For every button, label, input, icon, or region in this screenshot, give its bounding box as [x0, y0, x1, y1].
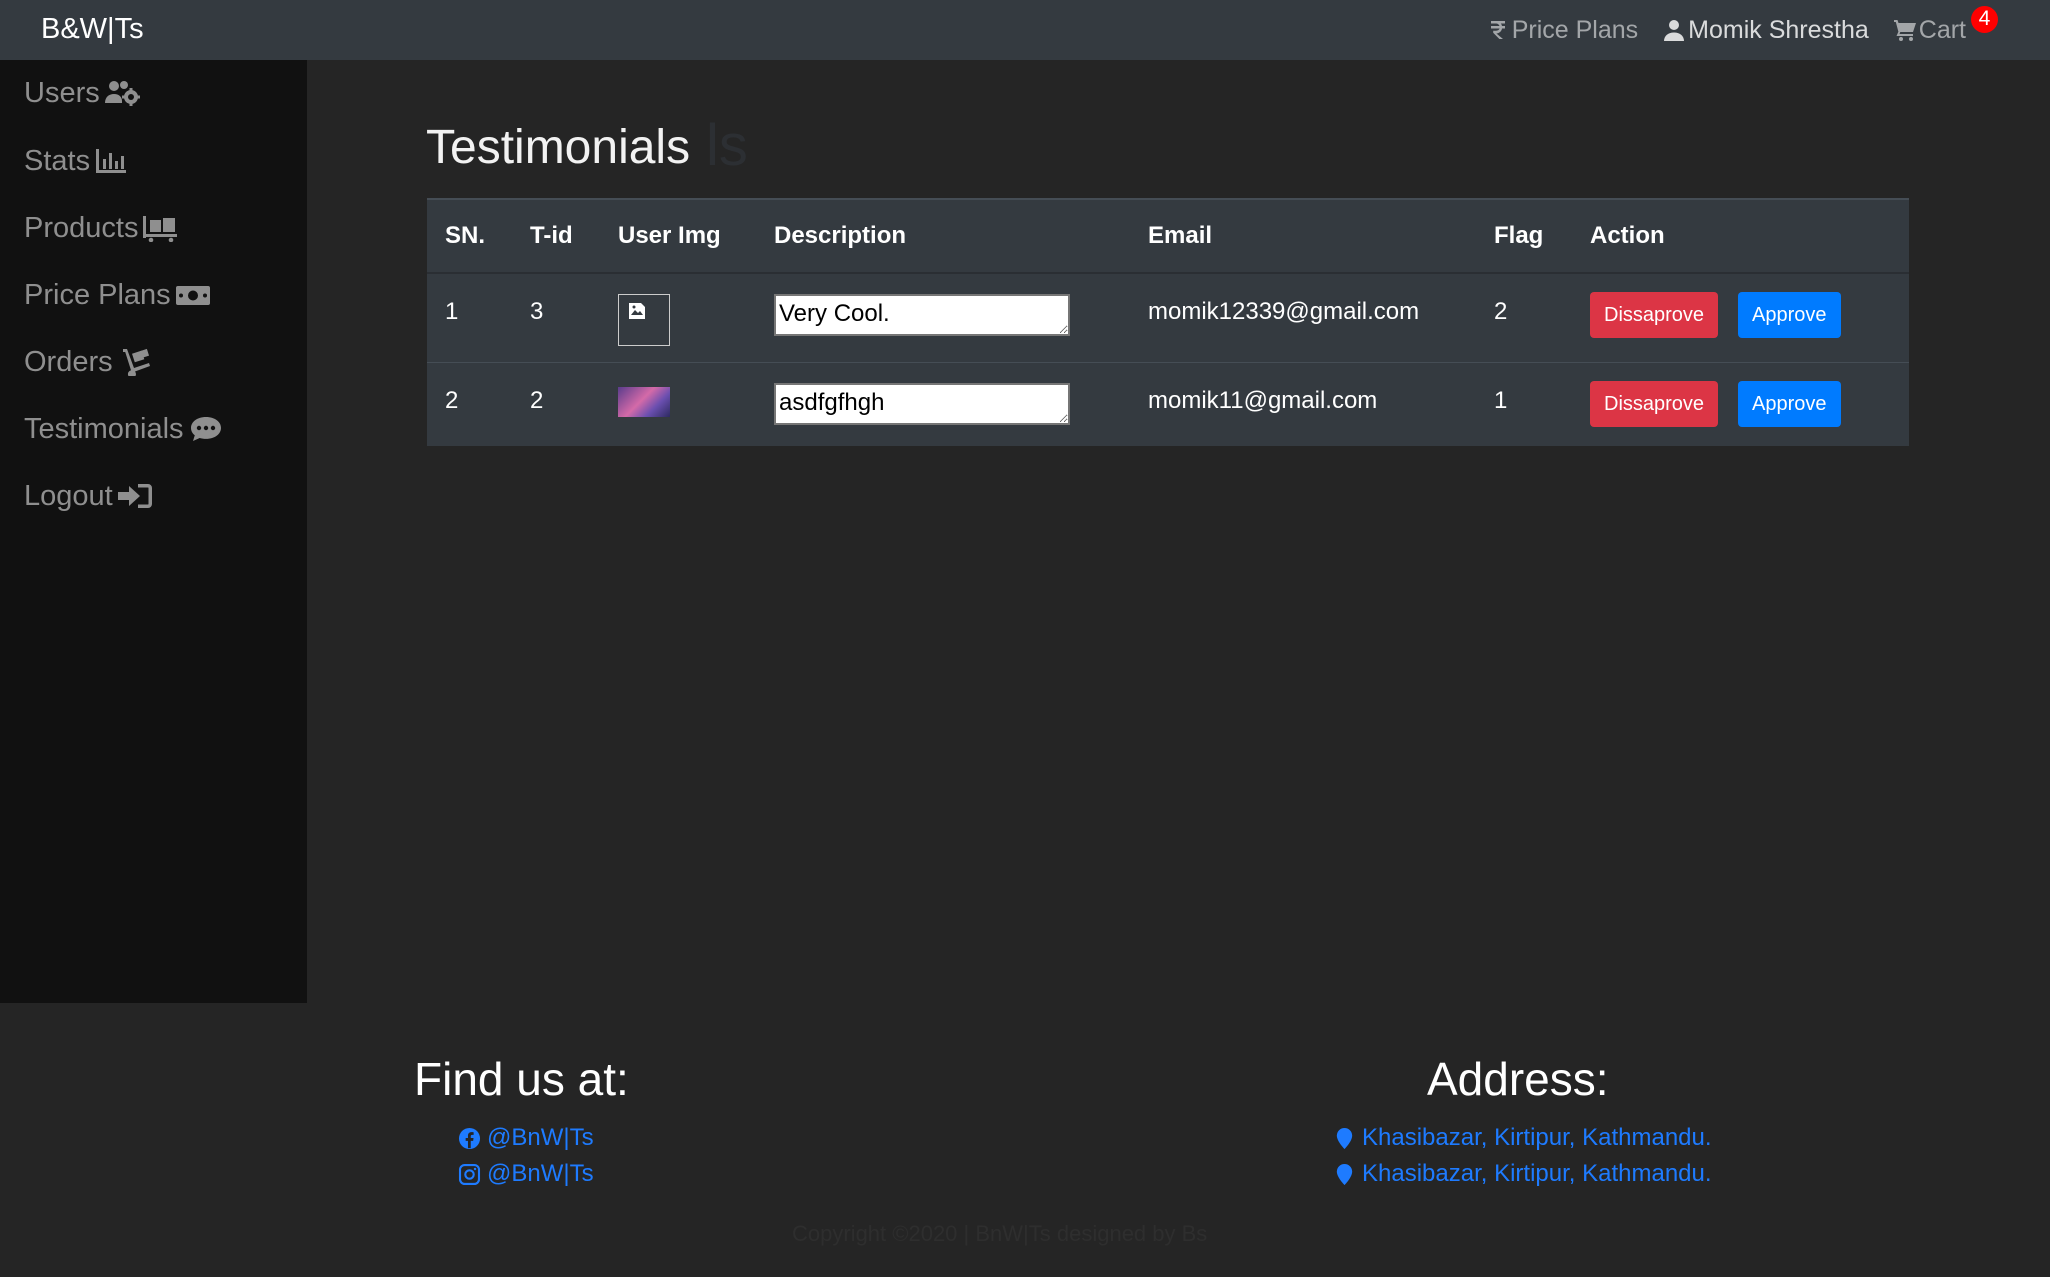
description-textarea[interactable]: Very Cool. — [774, 294, 1070, 336]
column-header-action: Action — [1572, 198, 1909, 274]
address-heading: Address: — [1427, 1053, 1609, 1105]
nav-price-plans-label: Price Plans — [1511, 15, 1639, 44]
sidebar-item-users[interactable]: Users — [24, 73, 140, 113]
cell-email: momik12339@gmail.com — [1130, 272, 1476, 362]
sidebar-item-label: Testimonials — [24, 412, 184, 445]
user-icon — [1664, 20, 1685, 41]
facebook-link[interactable]: @BnW|Ts — [458, 1124, 594, 1152]
column-header-tid: T-id — [512, 198, 600, 274]
copyright-text: Copyright ©2020 | BnW|Ts designed by Bs — [792, 1221, 1208, 1246]
shopping-cart-icon — [1893, 20, 1916, 41]
cell-action: Dissaprove Approve — [1572, 361, 1909, 446]
sidebar-item-orders[interactable]: Orders — [24, 342, 153, 382]
sidebar-item-price-plans[interactable]: Price Plans — [24, 275, 211, 315]
table-header-row: SN. T-id User Img Description Email Flag… — [427, 198, 1909, 274]
sidebar-item-stats[interactable]: Stats — [24, 141, 130, 181]
instagram-handle: @BnW|Ts — [487, 1160, 594, 1187]
sidebar-item-products[interactable]: Products — [24, 208, 178, 248]
user-image-photo — [618, 386, 670, 417]
cell-tid: 2 — [512, 361, 600, 446]
sign-in-icon — [117, 484, 152, 508]
address-link-2[interactable]: Khasibazar, Kirtipur, Kathmandu. — [1333, 1160, 1712, 1188]
cell-email: momik11@gmail.com — [1130, 361, 1476, 446]
testimonials-table: SN. T-id User Img Description Email Flag… — [427, 198, 1909, 446]
address-text-2: Khasibazar, Kirtipur, Kathmandu. — [1362, 1160, 1712, 1187]
chart-bar-icon — [96, 149, 127, 173]
sidebar-item-label: Products — [24, 211, 139, 244]
approve-button[interactable]: Approve — [1738, 292, 1841, 338]
cart-count-badge: 4 — [1971, 5, 1998, 33]
column-header-user-img: User Img — [600, 198, 756, 274]
sidebar: Users Stats Products Price Plans Orders … — [0, 60, 307, 1003]
cell-tid: 3 — [512, 272, 600, 362]
facebook-handle: @BnW|Ts — [487, 1124, 594, 1151]
find-us-heading: Find us at: — [414, 1053, 629, 1105]
table-row: 2 2 asdfgfhgh momik11@gmail.com 1 Dissap… — [427, 361, 1909, 446]
sidebar-item-label: Price Plans — [24, 278, 171, 311]
sidebar-item-testimonials[interactable]: Testimonials — [24, 409, 224, 449]
sidebar-item-logout[interactable]: Logout — [24, 476, 153, 516]
users-cog-icon — [104, 81, 140, 106]
cell-description: asdfgfhgh — [756, 361, 1130, 446]
disapprove-button[interactable]: Dissaprove — [1590, 292, 1719, 338]
column-header-email: Email — [1130, 198, 1476, 274]
table-row: 1 3 Very Cool. momik12339@gmail.com 2 Di… — [427, 272, 1909, 362]
sidebar-item-label: Logout — [24, 479, 113, 512]
cell-user-img — [600, 272, 756, 362]
approve-button[interactable]: Approve — [1738, 380, 1841, 427]
cell-sn: 1 — [427, 272, 512, 362]
cell-user-img — [600, 361, 756, 446]
instagram-icon — [458, 1163, 481, 1185]
nav-cart[interactable]: Cart 4 — [1893, 5, 1998, 45]
map-marker-icon — [1336, 1163, 1353, 1185]
cell-flag: 2 — [1476, 272, 1572, 362]
sidebar-item-label: Users — [24, 76, 100, 109]
column-header-description: Description — [756, 198, 1130, 274]
sidebar-item-label: Orders — [24, 345, 113, 378]
nav-price-plans[interactable]: Price Plans — [1486, 16, 1638, 45]
top-navbar: B&W|Ts Price Plans Momik Shrestha Cart 4 — [0, 0, 2050, 60]
brand-logo[interactable]: B&W|Ts — [41, 13, 144, 46]
description-textarea[interactable]: asdfgfhgh — [774, 382, 1070, 425]
address-text-1: Khasibazar, Kirtipur, Kathmandu. — [1362, 1124, 1712, 1151]
broken-image-icon — [629, 303, 645, 319]
cell-flag: 1 — [1476, 361, 1572, 446]
disapprove-button[interactable]: Dissaprove — [1590, 380, 1719, 427]
nav-user-name: Momik Shrestha — [1688, 15, 1869, 44]
sidebar-item-label: Stats — [24, 144, 91, 177]
user-image-broken — [618, 294, 670, 346]
cell-description: Very Cool. — [756, 272, 1130, 362]
cell-sn: 2 — [427, 361, 512, 446]
dolly-icon — [122, 348, 150, 376]
nav-user-profile[interactable]: Momik Shrestha — [1662, 16, 1869, 45]
page-title-ghost: ls — [706, 113, 748, 178]
nav-cart-label: Cart — [1918, 15, 1966, 44]
cell-action: Dissaprove Approve — [1572, 272, 1909, 362]
instagram-link[interactable]: @BnW|Ts — [458, 1160, 594, 1188]
comment-dots-icon — [190, 417, 221, 441]
map-marker-icon — [1336, 1127, 1353, 1149]
rupee-icon — [1490, 21, 1505, 39]
column-header-flag: Flag — [1476, 198, 1572, 274]
facebook-icon — [458, 1127, 481, 1149]
page-title: Testimonials — [426, 121, 691, 174]
money-bill-icon — [175, 286, 210, 305]
dolly-flatbed-icon — [143, 216, 178, 242]
column-header-sn: SN. — [427, 198, 512, 274]
address-link-1[interactable]: Khasibazar, Kirtipur, Kathmandu. — [1333, 1124, 1712, 1152]
navbar-right: Price Plans Momik Shrestha Cart 4 — [1462, 0, 2050, 60]
